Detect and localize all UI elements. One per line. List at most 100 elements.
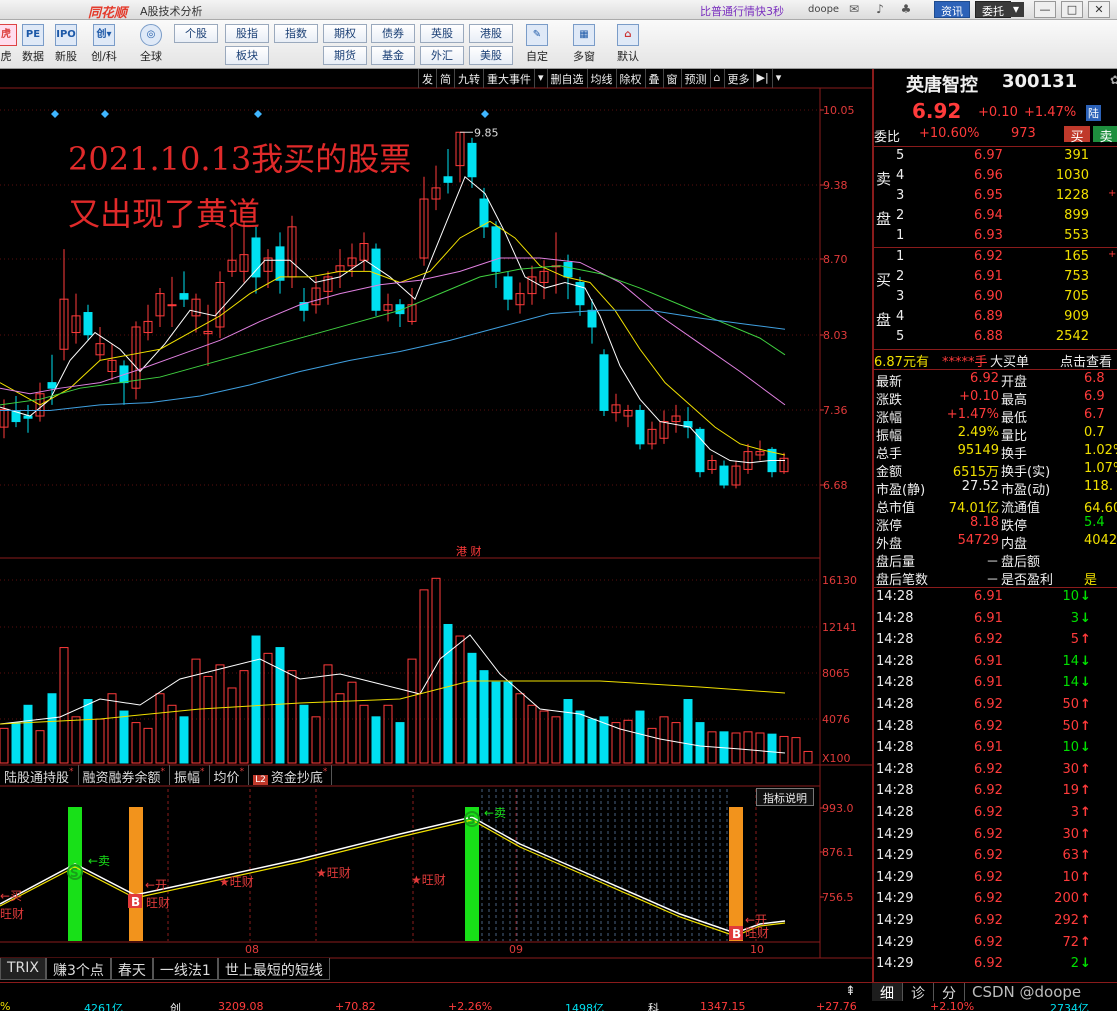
chart-tool-events[interactable]: 重大事件 bbox=[483, 69, 534, 88]
tool-multiwindow[interactable]: ▦ 多窗 bbox=[568, 24, 600, 64]
stat-label: 涨停 bbox=[876, 519, 903, 534]
tick-volume: 5 bbox=[1070, 632, 1079, 648]
btn-bond[interactable]: 债券 bbox=[371, 24, 415, 43]
chart-tool-exright[interactable]: 除权 bbox=[615, 69, 645, 88]
bell-icon[interactable]: ♪ bbox=[872, 2, 888, 17]
tab-northbound[interactable]: 陆股通持股* bbox=[0, 765, 79, 786]
level-price: 6.91 bbox=[974, 269, 1003, 284]
chart-tool-window[interactable]: 窗 bbox=[662, 69, 681, 88]
btn-hk-stock[interactable]: 港股 bbox=[469, 24, 513, 43]
tool-globe[interactable]: ◎ 全球 bbox=[135, 24, 167, 64]
news-button[interactable]: 资讯 bbox=[934, 1, 970, 18]
mail-icon[interactable]: ✉ bbox=[846, 2, 862, 17]
chart-tool-predict[interactable]: 预测 bbox=[680, 69, 710, 88]
price-axis-label: 8.03 bbox=[823, 329, 848, 342]
volume-bar-up bbox=[347, 681, 357, 764]
tab-avg-price[interactable]: 均价* bbox=[210, 765, 250, 786]
volume-bar-down bbox=[491, 681, 501, 764]
btn-index[interactable]: 指数 bbox=[274, 24, 318, 43]
buy-button[interactable]: 买 bbox=[1064, 126, 1090, 145]
tick-time: 14:29 bbox=[876, 891, 914, 907]
tab-oneline[interactable]: 一线法1 bbox=[152, 958, 218, 980]
volume-bar-up bbox=[791, 737, 801, 764]
tab-margin[interactable]: 融资融券余额* bbox=[79, 765, 171, 786]
tool-new-stock[interactable]: IPO 新股 bbox=[50, 24, 82, 64]
btn-fund[interactable]: 基金 bbox=[371, 46, 415, 65]
btn-sector[interactable]: 板块 bbox=[225, 46, 269, 65]
lock-icon[interactable]: ⌂ bbox=[709, 69, 724, 88]
level-price: 6.95 bbox=[974, 188, 1003, 203]
big-order-row[interactable]: 6.87元有 *****手 大买单 点击查看 bbox=[874, 351, 1117, 370]
tool-default[interactable]: ⌂ 默认 bbox=[612, 24, 644, 64]
tool-data[interactable]: PE 数据 bbox=[17, 24, 49, 64]
volume-bar-up bbox=[671, 722, 681, 764]
btn-individual[interactable]: 个股 bbox=[174, 24, 218, 43]
chart-canvas[interactable]: 10.05 9.38 8.70 8.03 7.36 6.68 2021.10.13我买的股票… bbox=[0, 69, 872, 982]
bid-level-3[interactable]: 3 6.90 705 bbox=[874, 289, 1117, 307]
tool-chuang[interactable]: 创▾ 创/科 bbox=[88, 24, 120, 64]
scroll-up-icon[interactable]: ⇞ bbox=[845, 984, 856, 999]
tool-custom[interactable]: ✎ 自定 bbox=[521, 24, 553, 64]
username[interactable]: doope bbox=[808, 4, 839, 15]
tab-amplitude[interactable]: 振幅* bbox=[170, 765, 210, 786]
bid-level-5[interactable]: 5 6.88 2542 bbox=[874, 329, 1117, 347]
divider bbox=[874, 587, 1117, 588]
ask-level-3[interactable]: 3 6.95 1228 +2 bbox=[874, 188, 1117, 206]
btn-uk-stock[interactable]: 英股 bbox=[420, 24, 464, 43]
stat-value: 1.07% bbox=[1084, 461, 1117, 476]
chart-tool-more[interactable]: 更多 bbox=[723, 69, 753, 88]
custom-icon: ✎ bbox=[526, 24, 548, 46]
tick-row: 14:29 6.92 10 ↑ bbox=[874, 870, 1117, 888]
chart-tool-remove-watch[interactable]: 删自选 bbox=[546, 69, 587, 88]
ticker-text[interactable]: 比普通行情快3秒 bbox=[700, 3, 784, 19]
chart-tool-simple[interactable]: 简 bbox=[436, 69, 454, 88]
bid-level-1[interactable]: 1 6.92 165 +3 bbox=[874, 249, 1117, 267]
ask-level-1[interactable]: 1 6.93 553 bbox=[874, 228, 1117, 246]
bid-level-2[interactable]: 2 6.91 753 bbox=[874, 269, 1117, 287]
bid-level-4[interactable]: 4 6.89 909 bbox=[874, 309, 1117, 327]
sell-button[interactable]: 卖 bbox=[1093, 126, 1117, 145]
shirt-icon[interactable]: ♣ bbox=[898, 2, 914, 17]
date-axis-label: 09 bbox=[509, 943, 523, 956]
indicator-line-1 bbox=[0, 816, 786, 934]
close-button[interactable]: ✕ bbox=[1088, 1, 1110, 18]
indicator-help-button[interactable]: 指标说明 bbox=[756, 788, 814, 806]
tab-fund-bottom[interactable]: L2 资金抄底* bbox=[249, 765, 333, 786]
level-volume: 705 bbox=[1064, 289, 1089, 304]
volume-bar-up bbox=[419, 589, 429, 764]
ask-level-4[interactable]: 4 6.96 1030 bbox=[874, 168, 1117, 186]
volume-bar-down bbox=[83, 699, 93, 764]
app-logo: 同花顺 bbox=[88, 6, 128, 21]
maximize-button[interactable]: □ bbox=[1061, 1, 1083, 18]
big-order-link[interactable]: 点击查看 bbox=[1060, 351, 1112, 370]
arrow-up-icon: ↑ bbox=[1080, 783, 1091, 799]
chart-tool-events-dropdown[interactable]: ▾ bbox=[534, 69, 547, 88]
tab-diagnose[interactable]: 诊 bbox=[903, 983, 934, 1002]
chart-tool-nine[interactable]: 九转 bbox=[454, 69, 483, 88]
chart-tool-overlay[interactable]: 叠 bbox=[644, 69, 663, 88]
indicator-axis-label: 993.0 bbox=[822, 802, 854, 815]
tab-detail[interactable]: 细 bbox=[872, 983, 903, 1002]
order-dropdown-icon[interactable]: ▾ bbox=[1008, 2, 1024, 17]
ask-level-5[interactable]: 5 6.97 391 bbox=[874, 148, 1117, 166]
tab-spring[interactable]: 春天 bbox=[110, 958, 153, 980]
panel-toggle-icon[interactable]: ▶| bbox=[752, 69, 772, 88]
chart-tool-ma[interactable]: 均线 bbox=[586, 69, 616, 88]
tab-earn3[interactable]: 赚3个点 bbox=[46, 958, 111, 980]
btn-us-stock[interactable]: 美股 bbox=[469, 46, 513, 65]
btn-forex[interactable]: 外汇 bbox=[420, 46, 464, 65]
arrow-up-icon: ↑ bbox=[1080, 632, 1091, 648]
chart-tool-fa[interactable]: 发 bbox=[418, 69, 436, 88]
chart-menu-icon[interactable]: ▾ bbox=[771, 69, 785, 88]
tab-shortest[interactable]: 世上最短的短线 bbox=[217, 958, 330, 980]
minimize-button[interactable]: — bbox=[1034, 1, 1056, 18]
btn-futures[interactable]: 期货 bbox=[323, 46, 367, 65]
tab-minute[interactable]: 分 bbox=[934, 983, 965, 1002]
gear-icon[interactable]: ✿ bbox=[1110, 73, 1117, 87]
btn-stock-index[interactable]: 股指 bbox=[225, 24, 269, 43]
btn-option[interactable]: 期权 bbox=[323, 24, 367, 43]
order-button[interactable]: 委托 bbox=[975, 1, 1011, 18]
ask-level-2[interactable]: 2 6.94 899 bbox=[874, 208, 1117, 226]
tab-trix[interactable]: TRIX bbox=[0, 958, 46, 980]
kline-chart[interactable]: 10.05 9.38 8.70 8.03 7.36 6.68 2021.10.13我买的股票… bbox=[0, 69, 872, 982]
